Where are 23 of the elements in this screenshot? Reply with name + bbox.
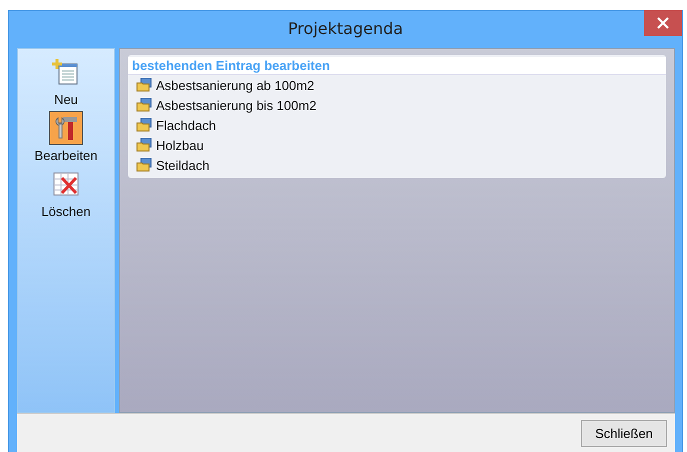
- list-item[interactable]: Steildach: [156, 158, 210, 172]
- list-item[interactable]: Holzbau: [156, 138, 204, 152]
- list-item[interactable]: Asbestsanierung ab 100m2: [156, 78, 314, 92]
- window-title: Projektagenda: [288, 18, 404, 38]
- close-icon: [657, 17, 669, 29]
- delete-table-icon: [52, 170, 80, 198]
- tool-label: Neu: [54, 92, 78, 107]
- folder-icon: [136, 118, 152, 132]
- close-dialog-button[interactable]: Schließen: [581, 420, 667, 446]
- new-document-icon: [52, 58, 80, 86]
- list-item[interactable]: Flachdach: [156, 118, 216, 132]
- toolbar-tool[interactable]: Neu: [49, 55, 83, 107]
- folder-icon: [136, 158, 152, 172]
- folder-icon: [136, 98, 152, 112]
- toolbar-tool[interactable]: Bearbeiten: [34, 111, 98, 163]
- folder-icon: [136, 78, 152, 92]
- tool-label: Löschen: [41, 204, 91, 219]
- folder-icon: [136, 138, 152, 152]
- tool-label: Bearbeiten: [34, 148, 98, 163]
- toolbar-tool[interactable]: Löschen: [41, 167, 91, 219]
- list-item[interactable]: Asbestsanierung bis 100m2: [156, 98, 316, 112]
- close-button[interactable]: [644, 10, 682, 36]
- list-heading: bestehenden Eintrag bearbeiten: [128, 57, 666, 75]
